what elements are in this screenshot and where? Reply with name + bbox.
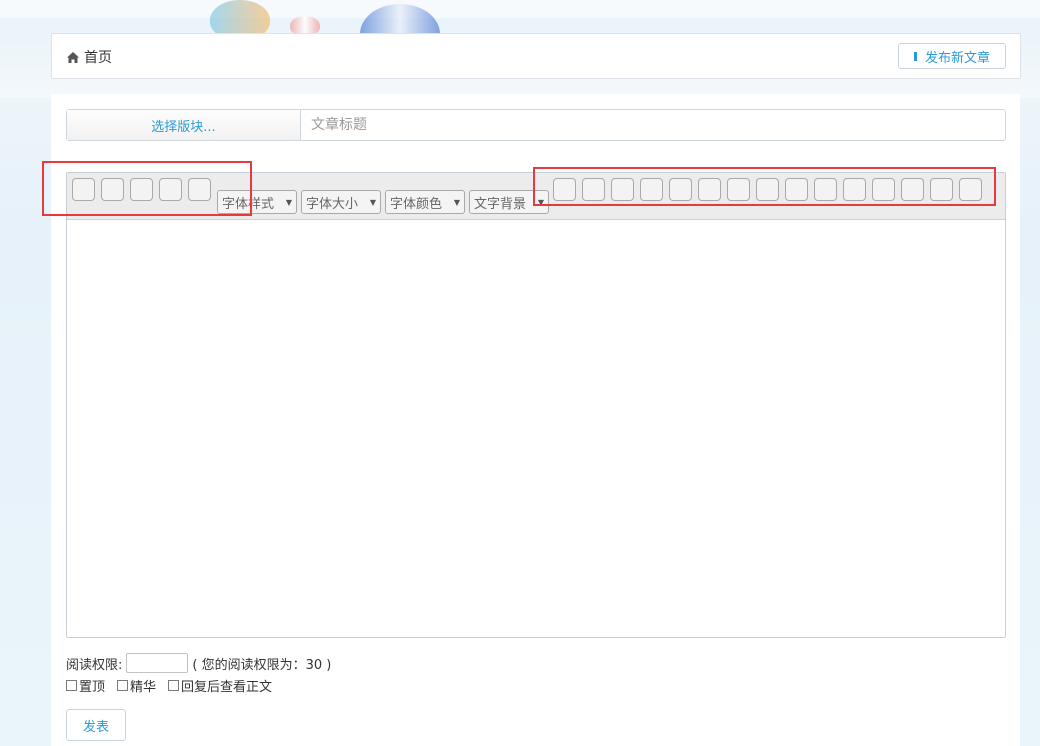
option-reply-to-view[interactable]: 回复后查看正文 [168,676,272,695]
title-row: 选择版块... [66,109,1006,141]
toolbar-button[interactable] [959,178,982,201]
font-family-select-label: 字体样式 [222,196,275,212]
section-select-button[interactable]: 选择版块... [67,110,301,140]
reply-to-view-checkbox[interactable] [168,680,180,691]
toolbar-button[interactable] [727,178,750,201]
title-input[interactable] [301,110,1005,140]
toolbar-button[interactable] [130,178,153,201]
font-size-select[interactable]: 字体大小 ▼ [301,190,381,214]
breadcrumb-home-label: 首页 [84,50,112,66]
toolbar-button[interactable] [159,178,182,201]
toolbar-button[interactable] [872,178,895,201]
toolbar-button[interactable] [611,178,634,201]
toolbar-button[interactable] [843,178,866,201]
sticky-label: 置顶 [79,680,106,695]
toolbar-button[interactable] [640,178,663,201]
post-options: 置顶 精华 回复后查看正文 [66,676,284,695]
text-background-select-label: 文字背景 [474,196,527,212]
read-permission-row: 阅读权限: ( 您的阅读权限为：30 ) [66,653,331,673]
toolbar-button[interactable] [756,178,779,201]
breadcrumb-bar: 首页 发布新文章 [51,33,1021,79]
featured-checkbox[interactable] [117,680,129,691]
toolbar-button[interactable] [698,178,721,201]
toolbar-button[interactable] [901,178,924,201]
toolbar-button[interactable] [553,178,576,201]
post-editor-panel: 选择版块... 字体样式 ▼ 字体大小 ▼ 字体颜色 ▼ 文字背景 [51,94,1020,746]
reply-to-view-label: 回复后查看正文 [181,680,273,695]
option-featured[interactable]: 精华 [117,676,156,695]
toolbar-button[interactable] [188,178,211,201]
read-permission-note: ( 您的阅读权限为：30 ) [192,657,332,673]
toolbar-button[interactable] [101,178,124,201]
font-size-select-label: 字体大小 [306,196,359,212]
section-select-label: 选择版块... [151,119,216,135]
toolbar-button[interactable] [814,178,837,201]
dropdown-arrow-icon: ▼ [453,197,460,207]
font-family-select[interactable]: 字体样式 ▼ [217,190,297,214]
option-sticky[interactable]: 置顶 [66,676,105,695]
read-permission-input[interactable] [126,653,189,673]
font-color-select[interactable]: 字体颜色 ▼ [385,190,465,214]
home-icon [67,51,79,63]
publish-button[interactable]: 发表 [66,709,126,741]
dropdown-arrow-icon: ▼ [537,197,544,207]
sticky-checkbox[interactable] [66,680,77,691]
breadcrumb[interactable]: 首页 [67,47,112,67]
new-post-button[interactable]: 发布新文章 [898,43,1006,69]
read-permission-label: 阅读权限: [66,657,123,673]
rich-text-editor: 字体样式 ▼ 字体大小 ▼ 字体颜色 ▼ 文字背景 ▼ [66,172,1006,638]
font-color-select-label: 字体颜色 [390,196,443,212]
new-post-icon [913,51,917,61]
toolbar-button[interactable] [930,178,953,201]
toolbar-button[interactable] [72,178,95,201]
toolbar-button[interactable] [582,178,605,201]
toolbar-button[interactable] [785,178,808,201]
text-background-select[interactable]: 文字背景 ▼ [469,190,549,214]
top-strip [0,0,1040,19]
publish-label: 发表 [82,719,109,735]
toolbar-button[interactable] [669,178,692,201]
dropdown-arrow-icon: ▼ [285,197,292,207]
editor-toolbar: 字体样式 ▼ 字体大小 ▼ 字体颜色 ▼ 文字背景 ▼ [67,173,1005,220]
editor-content-area[interactable] [67,220,1005,637]
new-post-label: 发布新文章 [924,50,990,66]
dropdown-arrow-icon: ▼ [369,197,376,207]
featured-label: 精华 [130,680,157,695]
